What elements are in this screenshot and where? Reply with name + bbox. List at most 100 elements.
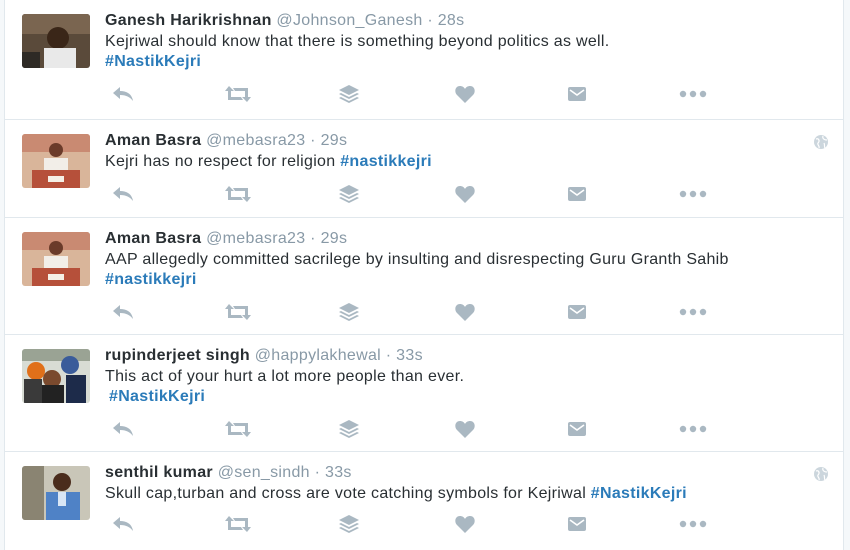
avatar[interactable] [22,349,90,403]
more-button[interactable] [678,418,708,440]
tweet-fullname[interactable]: Aman Basra [105,230,201,247]
tweet-username[interactable]: @Johnson_Ganesh [276,12,422,29]
buffer-button[interactable] [334,183,364,205]
dm-icon [568,305,586,319]
retweet-button[interactable] [223,418,253,440]
more-button[interactable] [678,513,708,535]
tweet-body: This act of your hurt a lot more people … [105,368,465,385]
tweet[interactable]: Aman Basra @mebasra23 · 29s Kejri has no… [5,120,843,218]
reply-button[interactable] [108,301,138,323]
reply-icon [113,187,133,201]
more-icon [679,520,707,528]
dm-icon [568,87,586,101]
more-icon [679,90,707,98]
dm-icon [568,517,586,531]
more-button[interactable] [678,183,708,205]
avatar[interactable] [22,134,90,188]
tweet-separator: · [310,132,316,149]
dm-button[interactable] [562,183,592,205]
tweet-separator: · [385,347,392,364]
like-button[interactable] [450,183,480,205]
like-icon [455,516,475,533]
globe-icon [814,467,828,481]
like-button[interactable] [450,301,480,323]
dm-button[interactable] [562,418,592,440]
tweet-text: AAP allegedly committed sacrilege by ins… [105,250,813,290]
more-button[interactable] [678,83,708,105]
tweet-separator: · [310,230,316,247]
tweet[interactable]: rupinderjeet singh @happylakhewal · 33s … [5,335,843,452]
tweet-timestamp[interactable]: 33s [325,464,352,481]
tweet-username[interactable]: @mebasra23 [206,230,305,247]
avatar[interactable] [22,466,90,520]
retweet-icon [225,86,251,102]
buffer-icon [339,515,359,533]
dm-button[interactable] [562,513,592,535]
tweet[interactable]: Ganesh Harikrishnan @Johnson_Ganesh · 28… [5,0,843,120]
tweet-body: Kejri has no respect for religion [105,153,336,170]
tweet-hashtag[interactable]: #NastikKejri [105,53,201,70]
tweet-actions [105,418,745,440]
buffer-button[interactable] [334,301,364,323]
reply-button[interactable] [108,83,138,105]
avatar[interactable] [22,14,90,68]
tweet-actions [105,183,745,205]
like-icon [455,86,475,103]
tweet-hashtag[interactable]: #NastikKejri [109,388,205,405]
avatar[interactable] [22,232,90,286]
tweet-username[interactable]: @sen_sindh [218,464,310,481]
retweet-button[interactable] [223,301,253,323]
retweet-button[interactable] [223,513,253,535]
more-button[interactable] [678,301,708,323]
dm-button[interactable] [562,301,592,323]
more-icon [679,190,707,198]
retweet-icon [225,304,251,320]
tweet-fullname[interactable]: Ganesh Harikrishnan [105,12,272,29]
tweet[interactable]: senthil kumar @sen_sindh · 33s Skull cap… [5,452,843,550]
reply-button[interactable] [108,183,138,205]
buffer-button[interactable] [334,418,364,440]
tweet-fullname[interactable]: rupinderjeet singh [105,347,250,364]
tweet[interactable]: Aman Basra @mebasra23 · 29s AAP allegedl… [5,218,843,335]
tweet-separator: · [314,464,321,481]
tweet-text: This act of your hurt a lot more people … [105,367,813,407]
buffer-button[interactable] [334,83,364,105]
reply-button[interactable] [108,513,138,535]
tweet-hashtag[interactable]: #NastikKejri [591,485,687,502]
tweet-actions [105,301,745,323]
tweet-hashtag[interactable]: #nastikkejri [340,153,432,170]
like-button[interactable] [450,418,480,440]
reply-button[interactable] [108,418,138,440]
like-button[interactable] [450,83,480,105]
reply-icon [113,305,133,319]
tweet-hashtag[interactable]: #nastikkejri [105,271,197,288]
tweet-timestamp[interactable]: 28s [438,12,465,29]
retweet-button[interactable] [223,83,253,105]
tweet-username[interactable]: @happylakhewal [255,347,381,364]
retweet-icon [225,421,251,437]
like-icon [455,186,475,203]
more-icon [679,425,707,433]
retweet-button[interactable] [223,183,253,205]
like-button[interactable] [450,513,480,535]
tweet-fullname[interactable]: Aman Basra [105,132,201,149]
tweet-timestamp[interactable]: 29s [321,132,348,149]
tweet-text: Skull cap,turban and cross are vote catc… [105,484,813,504]
tweet-separator: · [427,12,433,29]
tweet-text: Kejri has no respect for religion #nasti… [105,152,813,172]
globe-icon [814,135,828,149]
buffer-icon [339,420,359,438]
tweet-timestamp[interactable]: 33s [396,347,423,364]
reply-icon [113,87,133,101]
tweet-timestamp[interactable]: 29s [321,230,348,247]
buffer-button[interactable] [334,513,364,535]
buffer-icon [339,85,359,103]
tweet-actions [105,513,745,535]
dm-button[interactable] [562,83,592,105]
tweet-body: Kejriwal should know that there is somet… [105,33,610,50]
tweet-username[interactable]: @mebasra23 [206,132,305,149]
buffer-icon [339,185,359,203]
like-icon [455,304,475,321]
tweet-fullname[interactable]: senthil kumar [105,464,213,481]
reply-icon [113,422,133,436]
